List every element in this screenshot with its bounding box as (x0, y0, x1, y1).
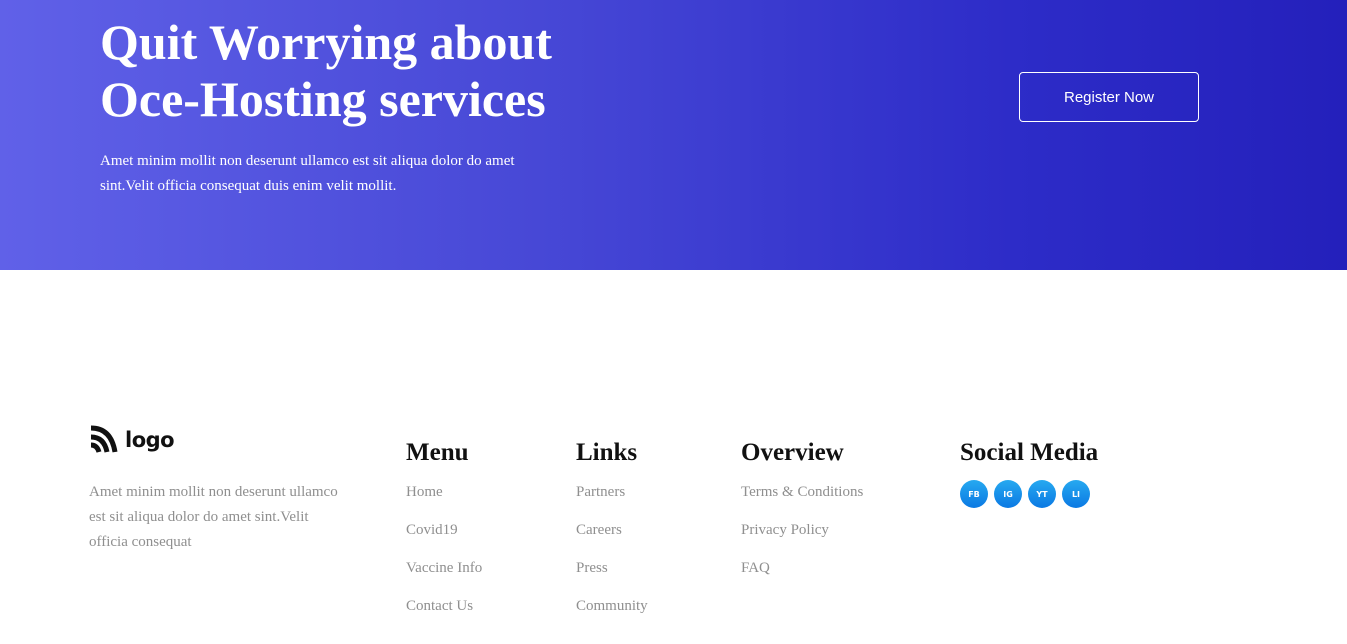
instagram-icon[interactable]: IG (994, 480, 1022, 508)
menu-item-vaccine-info[interactable]: Vaccine Info (406, 558, 482, 596)
links-link-community[interactable]: Community (576, 598, 648, 614)
hero-banner: Quit Worrying about Oce-Hosting services… (0, 0, 1347, 270)
menu-link-home[interactable]: Home (406, 484, 443, 500)
menu-item-contact-us[interactable]: Contact Us (406, 596, 482, 634)
menu-list: Home Covid19 Vaccine Info Contact Us (406, 482, 482, 634)
links-link-partners[interactable]: Partners (576, 484, 625, 500)
links-item-partners[interactable]: Partners (576, 482, 648, 520)
overview-link-faq[interactable]: FAQ (741, 560, 770, 576)
footer-menu-column: Menu Home Covid19 Vaccine Info Contact U… (406, 438, 482, 634)
overview-item-terms[interactable]: Terms & Conditions (741, 482, 863, 520)
social-buttons: FB IG YT LI (960, 480, 1098, 508)
social-heading: Social Media (960, 439, 1099, 466)
overview-item-privacy[interactable]: Privacy Policy (741, 520, 863, 558)
footer-overview-column: Overview Terms & Conditions Privacy Poli… (741, 438, 863, 596)
menu-link-contact-us[interactable]: Contact Us (406, 598, 473, 614)
overview-item-faq[interactable]: FAQ (741, 558, 863, 596)
overview-heading: Overview (741, 439, 844, 466)
footer-logo[interactable]: logo (89, 424, 175, 456)
footer-social-column: Social Media FB IG YT LI (960, 438, 1098, 508)
menu-link-covid19[interactable]: Covid19 (406, 522, 458, 538)
logo-text: logo (125, 428, 175, 452)
linkedin-icon[interactable]: LI (1062, 480, 1090, 508)
logo-mark-icon (90, 425, 118, 453)
register-now-button[interactable]: Register Now (1019, 72, 1199, 122)
menu-item-home[interactable]: Home (406, 482, 482, 520)
overview-link-terms[interactable]: Terms & Conditions (741, 484, 863, 500)
overview-list: Terms & Conditions Privacy Policy FAQ (741, 482, 863, 596)
overview-link-privacy[interactable]: Privacy Policy (741, 522, 829, 538)
footer-description: Amet minim mollit non deserunt ullamco e… (89, 484, 338, 550)
links-item-community[interactable]: Community (576, 596, 648, 634)
links-heading: Links (576, 439, 638, 466)
links-link-press[interactable]: Press (576, 560, 608, 576)
youtube-icon[interactable]: YT (1028, 480, 1056, 508)
facebook-icon[interactable]: FB (960, 480, 988, 508)
hero-title-line-1: Quit Worrying about (100, 14, 552, 70)
hero-title-line-2: Oce-Hosting services (100, 71, 546, 127)
menu-item-covid19[interactable]: Covid19 (406, 520, 482, 558)
hero-description: Amet minim mollit non deserunt ullamco e… (100, 153, 515, 194)
menu-heading: Menu (406, 439, 469, 466)
links-item-press[interactable]: Press (576, 558, 648, 596)
links-item-careers[interactable]: Careers (576, 520, 648, 558)
menu-link-vaccine-info[interactable]: Vaccine Info (406, 560, 482, 576)
links-list: Partners Careers Press Community (576, 482, 648, 634)
hero-title: Quit Worrying about Oce-Hosting services (100, 14, 660, 128)
links-link-careers[interactable]: Careers (576, 522, 622, 538)
footer-links-column: Links Partners Careers Press Community (576, 438, 648, 634)
